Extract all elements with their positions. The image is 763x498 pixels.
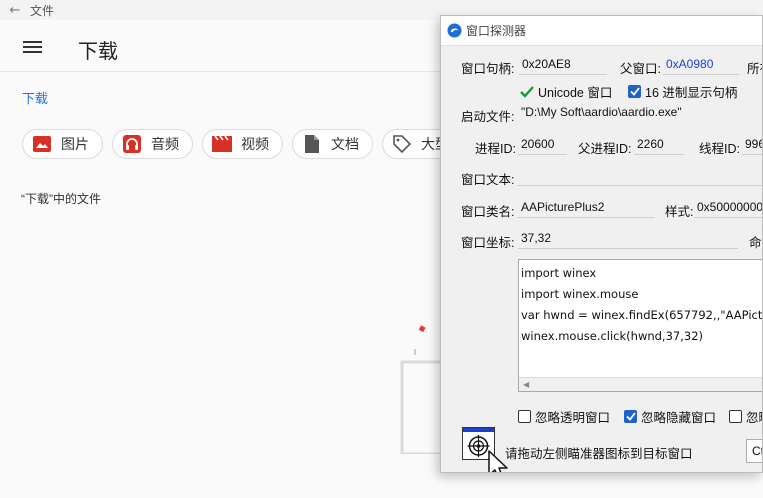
chip-label: 音频 [151,136,179,152]
parent-field[interactable]: 0xA0980 [663,54,739,75]
window-text-field[interactable] [518,165,762,186]
hamburger-menu-icon[interactable] [23,41,42,53]
ignore-third-label: 忽略 [746,411,762,425]
drag-hint-text: 请拖动左侧瞄准器图标到目标窗口 [505,447,693,461]
class-name-field[interactable]: AAPicturePlus2 [518,197,655,218]
chip-label: 视频 [241,136,269,152]
tid-label: 线程ID: [699,142,740,156]
style-field[interactable]: 0x50000000 [694,197,762,218]
coord-label: 窗口坐标: [461,236,515,250]
video-clapper-icon [212,135,232,153]
startfile-field[interactable]: "D:\My Soft\aardio\aardio.exe" [518,102,762,123]
ignore-transparent-checkbox[interactable]: 忽略透明窗口 [518,407,610,426]
checkbox-checked-icon[interactable] [624,410,637,423]
style-label: 样式: [665,205,694,219]
headphones-icon [122,135,142,153]
chip-label: 文档 [331,136,359,152]
horizontal-scrollbar[interactable]: ◀ [519,377,762,391]
coord-field[interactable]: 37,32 [518,228,738,249]
command-label: 命 [749,236,762,250]
page-title: 下载 [78,41,118,63]
document-icon [302,135,322,153]
back-arrow-icon[interactable]: ← [0,3,30,18]
parent-label: 父窗口: [620,62,661,76]
ppid-field[interactable]: 2260 [634,134,684,155]
green-check-icon [520,85,534,98]
chip-video[interactable]: 视频 [202,129,283,159]
code-line: import winex [521,266,597,280]
handle-field[interactable]: 0x20AE8 [519,54,607,75]
handle-label: 窗口句柄: [461,62,515,76]
checkbox-unchecked-icon[interactable] [518,410,531,423]
category-chips: 图片 音频 视频 文档 大型 [22,129,463,159]
hex-handle-label: 16 进制显示句柄 [645,86,738,100]
ctrl-button[interactable]: Ctrl [746,439,762,463]
hex-handle-checkbox[interactable]: 16 进制显示句柄 [628,82,737,101]
pid-label: 进程ID: [475,142,516,156]
ignore-hidden-label: 忽略隐藏窗口 [641,411,717,425]
empty-folder-illustration-icon [400,322,446,456]
code-line: winex.mouse.click(hwnd,37,32) [521,329,704,343]
owner-label: 所有 [747,62,762,76]
startfile-label: 启动文件: [461,110,515,124]
chip-audio[interactable]: 音频 [112,129,193,159]
spy-titlebar[interactable]: 窗口探测器 [441,16,762,46]
aardio-logo-icon [447,23,462,38]
scroll-left-arrow-icon[interactable]: ◀ [523,380,529,389]
file-manager-title: 文件 [30,3,55,18]
window-spy-dialog: 窗口探测器 窗口句柄: 0x20AE8 父窗口: 0xA0980 所有 Unic… [440,15,763,473]
ignore-hidden-checkbox[interactable]: 忽略隐藏窗口 [624,407,716,426]
chip-images[interactable]: 图片 [22,129,103,159]
pid-field[interactable]: 20600 [518,134,567,155]
code-line: var hwnd = winex.findEx(657792,,"AAPictu… [521,308,763,322]
chip-label: 图片 [61,136,89,152]
image-icon [32,135,52,153]
class-name-label: 窗口类名: [461,205,515,219]
ppid-label: 父进程ID: [578,142,632,156]
code-line: import winex.mouse [521,287,639,301]
window-text-label: 窗口文本: [461,173,515,187]
checkbox-checked-icon[interactable] [628,85,641,98]
ignore-third-checkbox[interactable]: 忽略 [729,407,762,426]
spy-title: 窗口探测器 [466,24,527,38]
section-title: “下载”中的文件 [21,192,101,206]
unicode-indicator: Unicode 窗口 [520,82,612,101]
ignore-transparent-label: 忽略透明窗口 [535,411,611,425]
generated-code-textarea[interactable]: import winex import winex.mouse var hwnd… [518,259,763,392]
chip-documents[interactable]: 文档 [292,129,373,159]
unicode-label: Unicode 窗口 [538,86,613,100]
tag-icon [392,135,412,153]
breadcrumb[interactable]: 下载 [22,88,48,107]
checkbox-unchecked-icon[interactable] [729,410,742,423]
tid-field[interactable]: 996 [742,134,762,155]
